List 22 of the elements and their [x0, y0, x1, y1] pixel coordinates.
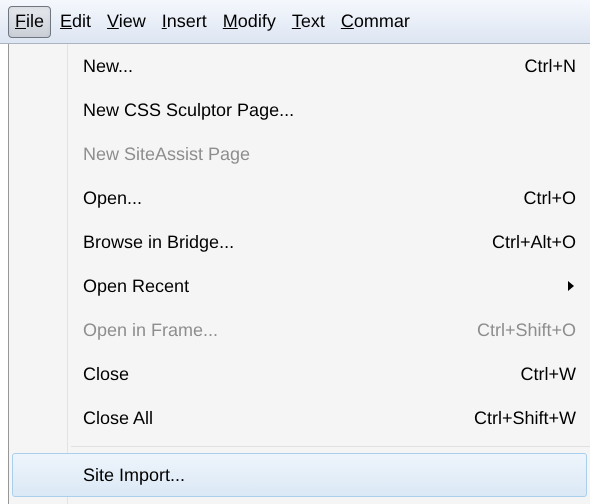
- menu-bar-item[interactable]: Modify: [216, 6, 283, 38]
- menu-item[interactable]: New... Ctrl+N: [12, 44, 587, 88]
- menu-bar-item[interactable]: Insert: [154, 6, 214, 38]
- shortcut-label: Ctrl+W: [520, 362, 576, 386]
- menu-bar-item[interactable]: Text: [284, 6, 332, 38]
- shortcut-label: Ctrl+O: [523, 186, 576, 210]
- menu-bar-item[interactable]: File: [8, 6, 52, 38]
- submenu-arrow-icon: [568, 281, 574, 291]
- menu-bar-item[interactable]: Edit: [53, 6, 98, 38]
- menu-bar-item[interactable]: Commar: [334, 6, 417, 38]
- menu-item[interactable]: Close Ctrl+W: [12, 352, 587, 396]
- shortcut-label: Ctrl+Shift+O: [476, 318, 576, 342]
- shortcut-label: Ctrl+Alt+O: [492, 230, 576, 254]
- menu-item[interactable]: Open Recent: [12, 264, 587, 308]
- shortcut-label: Ctrl+N: [524, 54, 576, 78]
- menu-item[interactable]: Close All Ctrl+Shift+W: [12, 396, 587, 440]
- menu-item[interactable]: Open... Ctrl+O: [12, 176, 587, 220]
- menu-item[interactable]: Browse in Bridge... Ctrl+Alt+O: [12, 220, 587, 264]
- menu-bar-item[interactable]: View: [100, 6, 153, 38]
- shortcut-label: Ctrl+Shift+W: [474, 406, 576, 430]
- menu-item[interactable]: Site Import...: [12, 453, 587, 497]
- menu-item[interactable]: New CSS Sculptor Page...: [12, 88, 587, 132]
